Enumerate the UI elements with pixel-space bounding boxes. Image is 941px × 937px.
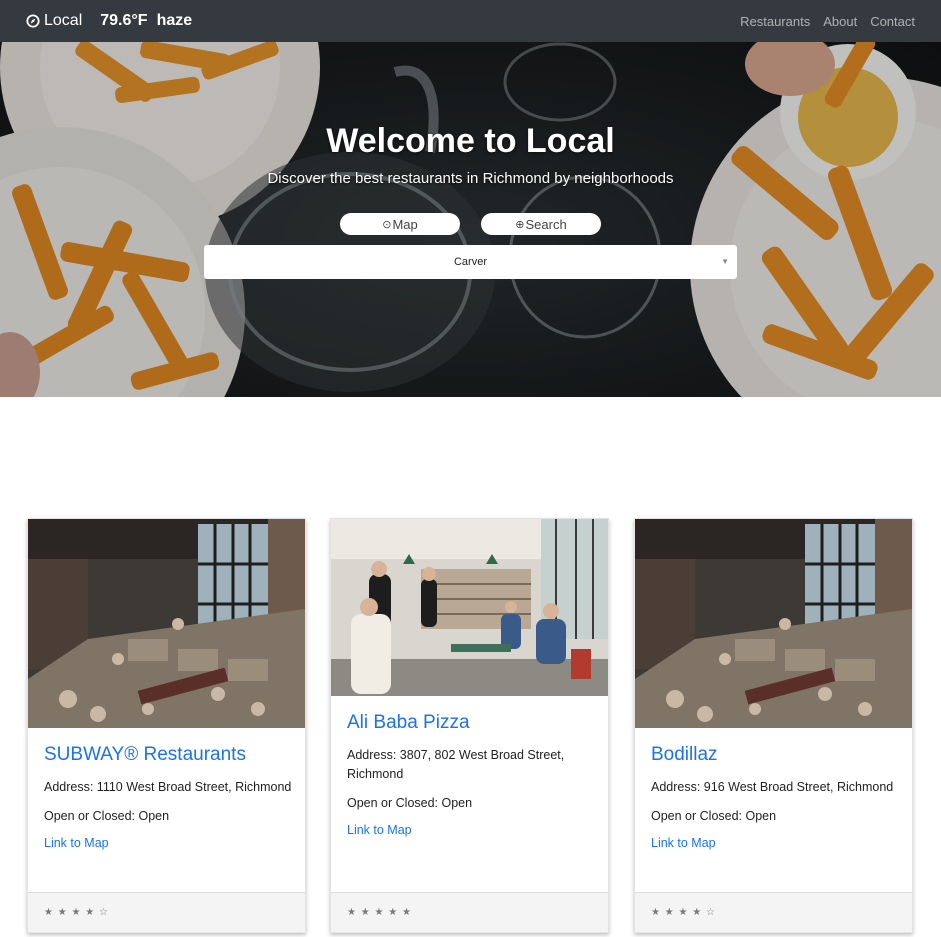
hero-subtitle: Discover the best restaurants in Richmon…	[267, 170, 674, 187]
map-link[interactable]: Link to Map	[347, 823, 598, 837]
map-button-label: Map	[392, 216, 418, 232]
restaurant-card: Ali Baba Pizza Address: 3807, 802 West B…	[330, 518, 609, 933]
restaurant-photo	[28, 519, 305, 728]
temperature-text: 79.6°F	[100, 12, 148, 29]
star-rating: ★ ★ ★ ★ ★	[347, 907, 412, 918]
restaurant-name: Bodillaz	[651, 744, 718, 765]
restaurant-interior-image	[635, 519, 912, 728]
hero-background-image	[0, 42, 941, 397]
restaurant-status: Open or Closed: Open	[347, 796, 473, 810]
brand-link[interactable]: Local 79.6°F haze	[26, 12, 192, 30]
restaurant-address: Address: 1110 West Broad Street, Richmon…	[44, 780, 292, 794]
nav-link-restaurants[interactable]: Restaurants	[740, 14, 810, 29]
restaurant-status: Open or Closed: Open	[651, 809, 777, 823]
card-body: Ali Baba Pizza Address: 3807, 802 West B…	[347, 712, 598, 837]
weather-condition-text: haze	[156, 12, 193, 29]
neighborhood-select[interactable]: Carver ▼	[204, 245, 737, 279]
neighborhood-selected-value: Carver	[453, 256, 487, 268]
restaurant-card: SUBWAY® Restaurants Address: 1110 West B…	[27, 518, 306, 933]
restaurant-status: Open or Closed: Open	[44, 809, 170, 823]
hero-banner: Welcome to Local Discover the best resta…	[0, 42, 941, 397]
restaurant-photo	[331, 519, 608, 696]
star-rating: ★ ★ ★ ★ ☆	[651, 907, 716, 918]
plus-circle-icon: ⊕	[515, 218, 525, 231]
compass-logo-icon	[26, 14, 40, 28]
map-link[interactable]: Link to Map	[651, 836, 902, 850]
navbar: Local 79.6°F haze Restaurants About Conta…	[0, 0, 941, 42]
search-button[interactable]: ⊕ Search	[481, 213, 601, 235]
brand-name: Local	[44, 12, 83, 29]
card-footer: ★ ★ ★ ★ ★	[331, 892, 608, 932]
card-footer: ★ ★ ★ ★ ☆	[635, 892, 912, 932]
map-pin-icon: ⊙	[382, 218, 392, 231]
chevron-down-icon: ▼	[721, 257, 729, 266]
restaurant-name: SUBWAY® Restaurants	[44, 744, 246, 765]
search-button-label: Search	[525, 216, 567, 232]
restaurant-address: Address: 3807, 802 West Broad Street, Ri…	[347, 748, 565, 781]
nav-links: Restaurants About Contact	[740, 14, 915, 29]
weather-readout: 79.6°F haze	[100, 12, 192, 30]
card-footer: ★ ★ ★ ★ ☆	[28, 892, 305, 932]
nav-link-about[interactable]: About	[823, 14, 857, 29]
restaurant-name: Ali Baba Pizza	[347, 712, 470, 733]
restaurant-interior-image	[28, 519, 305, 728]
star-rating: ★ ★ ★ ★ ☆	[44, 907, 109, 918]
hero-title: Welcome to Local	[326, 122, 615, 160]
card-body: Bodillaz Address: 916 West Broad Street,…	[651, 744, 902, 850]
restaurant-photo	[635, 519, 912, 728]
map-button[interactable]: ⊙ Map	[340, 213, 460, 235]
restaurant-interior-image	[331, 519, 608, 696]
nav-link-contact[interactable]: Contact	[870, 14, 915, 29]
restaurant-card: Bodillaz Address: 916 West Broad Street,…	[634, 518, 913, 933]
card-body: SUBWAY® Restaurants Address: 1110 West B…	[44, 744, 295, 850]
restaurant-address: Address: 916 West Broad Street, Richmond	[651, 780, 894, 794]
map-link[interactable]: Link to Map	[44, 836, 295, 850]
